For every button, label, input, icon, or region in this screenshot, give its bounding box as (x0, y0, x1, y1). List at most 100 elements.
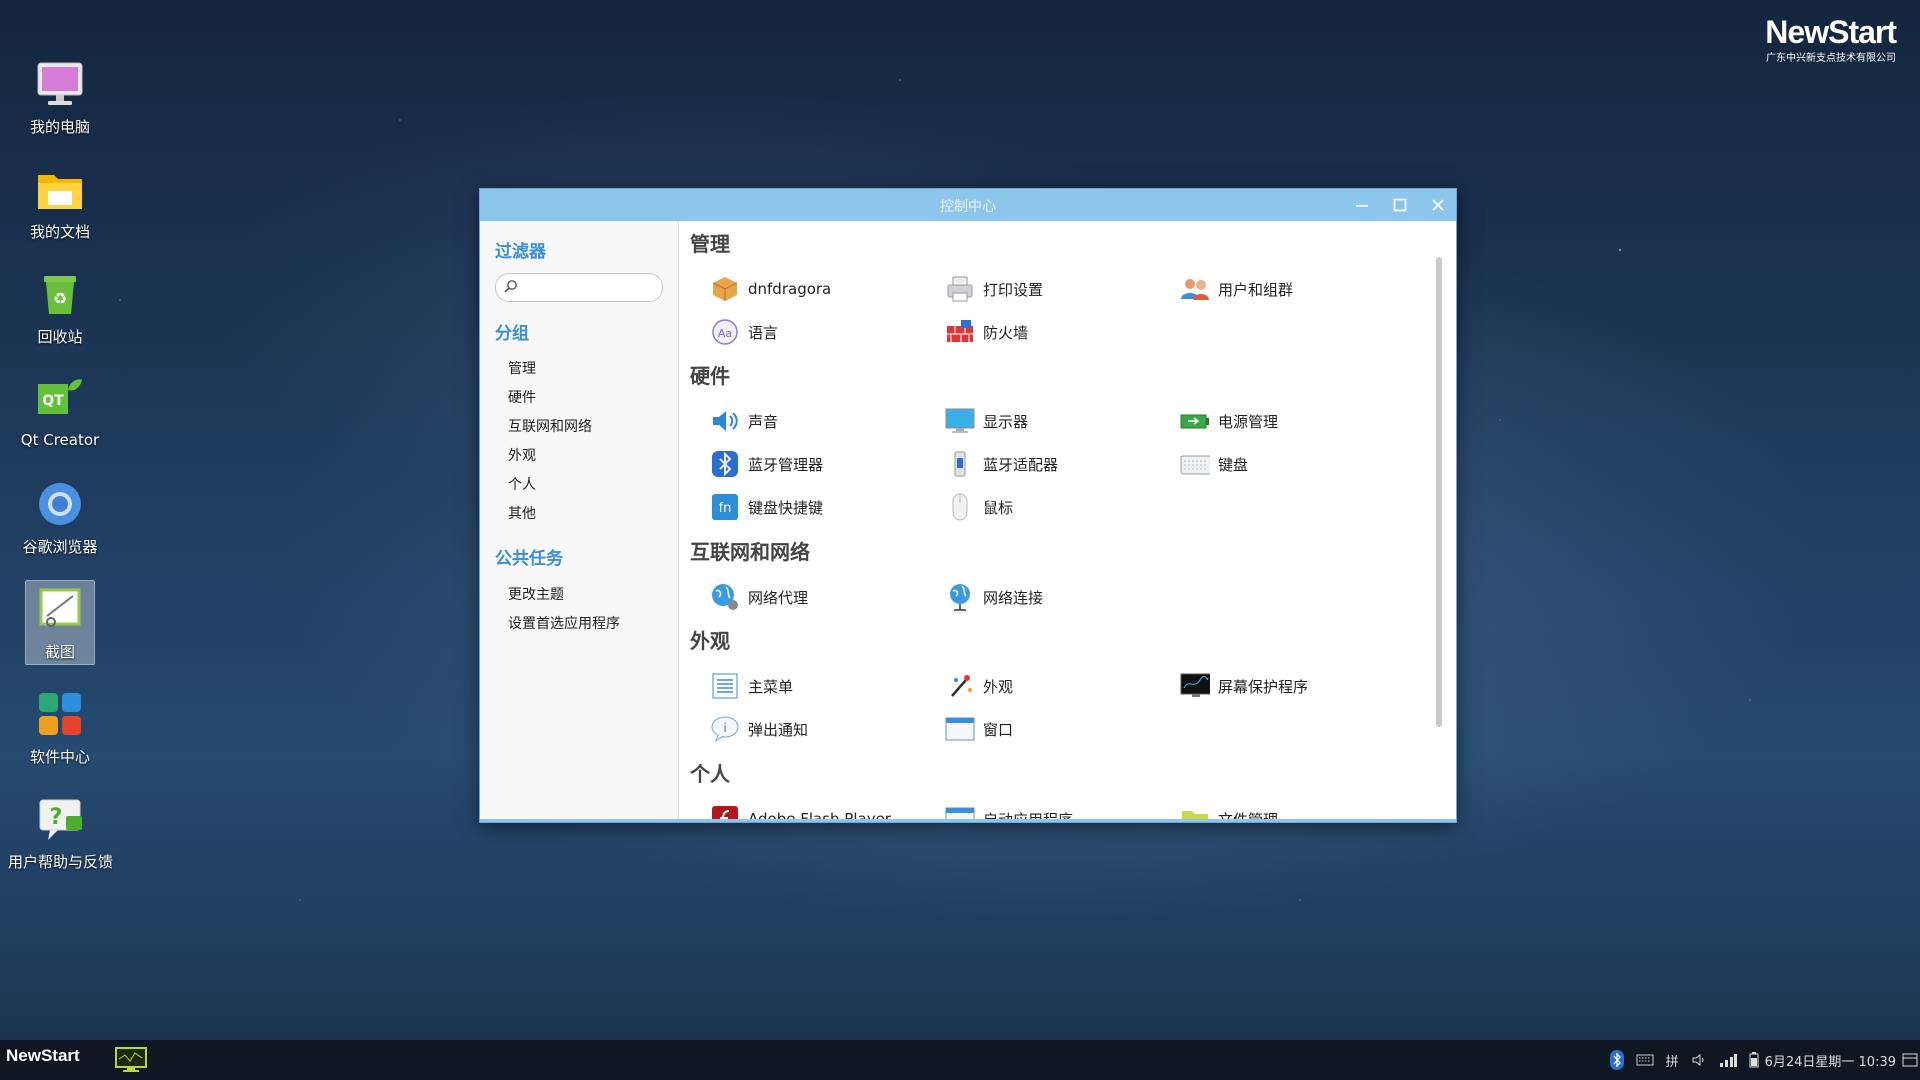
sidebar: 过滤器 分组 管理 硬件 互联网和网络 外观 个人 其他 公共任务 更改主题 设… (480, 221, 679, 822)
signal-icon (1719, 1054, 1737, 1067)
item-main-menu[interactable]: 主菜单 (710, 670, 793, 702)
group-item-network[interactable]: 互联网和网络 (508, 416, 592, 436)
item-language[interactable]: Aa 语言 (710, 316, 778, 348)
keyboard-icon (1180, 449, 1210, 479)
item-display[interactable]: 显示器 (945, 405, 1028, 437)
desktop-icon-trash[interactable]: ♻ 回收站 (8, 268, 112, 347)
close-button[interactable] (1420, 189, 1456, 221)
window-icon (945, 714, 975, 744)
tray-keyboard[interactable] (1636, 1053, 1654, 1067)
item-printer-settings[interactable]: 打印设置 (945, 273, 1043, 305)
desktop-icon-screenshot[interactable]: 截图 (25, 580, 95, 665)
groups-heading: 分组 (495, 324, 529, 344)
vertical-scrollbar[interactable] (1436, 257, 1442, 727)
start-menu-button[interactable]: NewStart (6, 1046, 80, 1066)
notification-icon: i (710, 714, 740, 744)
group-item-hardware[interactable]: 硬件 (508, 387, 536, 407)
filter-heading: 过滤器 (495, 242, 546, 262)
desktop-icon-label: 软件中心 (29, 748, 90, 766)
battery-icon (1180, 406, 1210, 436)
item-bluetooth-manager[interactable]: 蓝牙管理器 (710, 448, 823, 480)
item-network-proxy[interactable]: 网络代理 (710, 581, 808, 613)
item-dnfdragora[interactable]: dnfdragora (710, 273, 831, 305)
svg-text:QT: QT (42, 393, 64, 409)
task-change-theme[interactable]: 更改主题 (508, 584, 564, 604)
window-bottom-edge (480, 819, 1456, 822)
taskbar: NewStart 拼 6月24日星期一 10:39 (0, 1040, 1920, 1080)
package-icon (710, 274, 740, 304)
mouse-icon (945, 492, 975, 522)
item-sound[interactable]: 声音 (710, 405, 778, 437)
minimize-icon (1356, 205, 1368, 207)
group-item-other[interactable]: 其他 (508, 503, 536, 523)
item-label: 键盘快捷键 (748, 498, 824, 517)
group-item-personal[interactable]: 个人 (508, 474, 536, 494)
desktop-icon-help[interactable]: ? 用户帮助与反馈 (8, 793, 114, 872)
group-item-appearance[interactable]: 外观 (508, 445, 536, 465)
window-titlebar[interactable]: 控制中心 (480, 189, 1456, 221)
maximize-button[interactable] (1382, 189, 1418, 221)
item-label: dnfdragora (748, 280, 832, 298)
language-icon: Aa (710, 317, 740, 347)
search-input[interactable] (495, 273, 663, 302)
item-label: 电源管理 (1218, 412, 1279, 431)
qt-creator-icon: QT (34, 373, 86, 425)
item-label: 弹出通知 (748, 720, 809, 739)
maximize-icon (1393, 198, 1407, 212)
chrome-icon (34, 478, 86, 530)
tray-bluetooth[interactable] (1609, 1050, 1624, 1070)
taskbar-app-system-monitor[interactable] (114, 1046, 148, 1074)
content-area: 管理 dnfdragora 打印设置 用户和组群 Aa 语言 防火墙 硬件 声音 (678, 221, 1444, 822)
desktop-icon-label: 我的电脑 (29, 118, 90, 136)
computer-icon (34, 58, 86, 110)
svg-text:i: i (723, 721, 726, 735)
fn-key-icon: fn (710, 492, 740, 522)
item-power-management[interactable]: 电源管理 (1180, 405, 1278, 437)
appearance-icon (945, 671, 975, 701)
item-label: 声音 (748, 412, 779, 431)
desktop-icon-computer[interactable]: 我的电脑 (8, 58, 112, 137)
group-item-admin[interactable]: 管理 (508, 358, 536, 378)
item-label: 蓝牙适配器 (983, 455, 1059, 474)
tray-battery[interactable] (1749, 1052, 1759, 1068)
item-users-groups[interactable]: 用户和组群 (1180, 273, 1293, 305)
network-connection-icon (945, 582, 975, 612)
menu-list-icon (710, 671, 740, 701)
svg-text:♻: ♻ (53, 289, 67, 308)
item-windows[interactable]: 窗口 (945, 713, 1013, 745)
desktop-icon-software-center[interactable]: 软件中心 (8, 688, 112, 767)
item-label: 语言 (748, 323, 779, 342)
software-center-icon (34, 688, 86, 740)
control-center-window: 控制中心 过滤器 分组 管理 硬件 互联网和网络 外观 个人 其他 公共任务 更… (479, 188, 1457, 823)
desktop-icon-documents[interactable]: 我的文档 (8, 163, 112, 242)
tray-input-method[interactable]: 拼 (1666, 1051, 1679, 1070)
volume-icon (1692, 1054, 1704, 1066)
desktop-icon-label: 用户帮助与反馈 (8, 853, 114, 871)
item-keyboard[interactable]: 键盘 (1180, 448, 1248, 480)
item-label: 主菜单 (748, 677, 794, 696)
item-screensaver[interactable]: 屏幕保护程序 (1180, 670, 1308, 702)
item-notifications[interactable]: i 弹出通知 (710, 713, 808, 745)
minimize-button[interactable] (1344, 189, 1380, 221)
show-desktop-icon (1902, 1053, 1918, 1067)
desktop-icon-chrome[interactable]: 谷歌浏览器 (8, 478, 112, 557)
brand-name: NewStart (1765, 14, 1897, 50)
desktop-icon-qt-creator[interactable]: QT Qt Creator (8, 373, 112, 449)
keyboard-icon (1636, 1054, 1654, 1066)
item-network-connection[interactable]: 网络连接 (945, 581, 1043, 613)
bluetooth-icon (710, 449, 740, 479)
item-label: 键盘 (1218, 455, 1249, 474)
svg-text:?: ? (50, 805, 63, 830)
item-mouse[interactable]: 鼠标 (945, 491, 1013, 523)
item-appearance[interactable]: 外观 (945, 670, 1013, 702)
task-preferred-apps[interactable]: 设置首选应用程序 (508, 613, 620, 633)
screensaver-icon (1180, 671, 1210, 701)
tray-show-desktop[interactable] (1902, 1053, 1918, 1067)
item-keyboard-shortcuts[interactable]: fn 键盘快捷键 (710, 491, 823, 523)
desktop-icon-label: Qt Creator (20, 431, 100, 449)
tray-network[interactable] (1719, 1053, 1737, 1067)
tray-datetime[interactable]: 6月24日星期一 10:39 (1765, 1051, 1896, 1070)
item-firewall[interactable]: 防火墙 (945, 316, 1028, 348)
item-bluetooth-adapter[interactable]: 蓝牙适配器 (945, 448, 1058, 480)
tray-volume[interactable] (1691, 1053, 1707, 1067)
